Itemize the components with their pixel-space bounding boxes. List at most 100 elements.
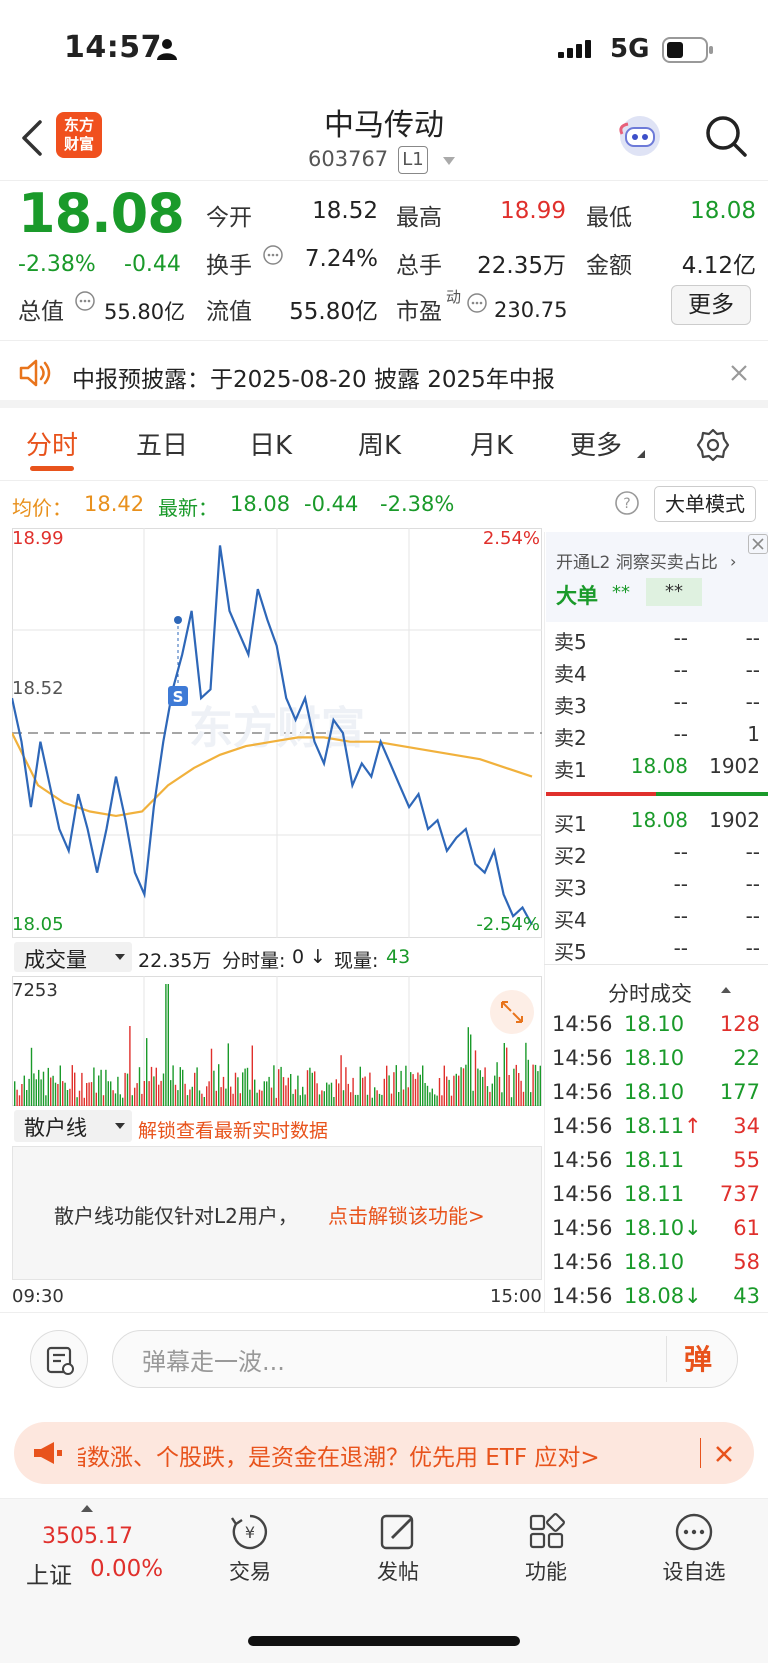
big-order-label: 大单	[556, 584, 598, 608]
index-expand-icon[interactable]	[80, 1504, 94, 1513]
close-icon[interactable]	[730, 364, 748, 382]
retail-selector[interactable]: 散户线	[14, 1110, 132, 1142]
volume-bar	[369, 1072, 371, 1106]
trade-time: 14:56	[552, 1250, 613, 1274]
volume-selector[interactable]: 成交量	[14, 942, 132, 972]
trade-time: 14:56	[552, 1046, 613, 1070]
info-icon[interactable]	[74, 290, 96, 312]
trade-time: 14:56	[552, 1148, 613, 1172]
sell-volume: 1	[747, 722, 760, 746]
volume-bar	[210, 1048, 213, 1106]
volume-bar	[246, 1067, 249, 1106]
volume-bar	[352, 1077, 354, 1106]
tab-five-day[interactable]: 五日	[136, 425, 188, 462]
function-nav-item[interactable]: 功能	[506, 1510, 586, 1586]
volume-bar	[491, 1083, 493, 1106]
volume-bar	[201, 1093, 203, 1106]
volume-bar	[35, 1079, 37, 1106]
robot-assistant-icon[interactable]	[616, 112, 664, 160]
volume-bar	[282, 1077, 285, 1106]
more-button[interactable]: 更多	[671, 285, 751, 325]
volume-bar	[177, 1090, 179, 1106]
tab-active-indicator	[30, 466, 74, 471]
volume-bar	[446, 1076, 448, 1106]
volume-total: 22.35万	[138, 950, 212, 972]
trades-title[interactable]: 分时成交	[608, 978, 692, 1008]
settings-icon[interactable]	[696, 428, 730, 462]
network-label: 5G	[610, 34, 650, 64]
volume-bar	[448, 1079, 450, 1106]
watchlist-nav-item[interactable]: 设自选	[654, 1510, 734, 1586]
volume-bar	[441, 1095, 443, 1106]
tab-daily-k[interactable]: 日K	[249, 425, 292, 462]
index-change[interactable]: 0.00%	[90, 1556, 163, 1582]
sell-price: --	[673, 658, 688, 682]
retail-notice-link[interactable]: 点击解锁该功能>	[328, 1200, 485, 1229]
volume-bar	[318, 1094, 321, 1106]
index-value[interactable]: 3505.17	[42, 1524, 133, 1549]
tab-monthly-k[interactable]: 月K	[470, 425, 513, 462]
volume-bar	[184, 1083, 186, 1106]
trade-nav-item[interactable]: ¥ 交易	[210, 1510, 290, 1586]
retail-unlock-link[interactable]: 解锁查看最新实时数据	[138, 1116, 328, 1143]
trade-time: 14:56	[552, 1182, 613, 1206]
volume-bar	[503, 1043, 505, 1106]
volume-bar	[198, 1090, 201, 1106]
dropdown-icon[interactable]	[442, 156, 456, 166]
volume-bar	[33, 1073, 35, 1106]
y-axis-high: 18.99	[12, 528, 64, 549]
tab-intraday[interactable]: 分时	[26, 425, 78, 462]
danmaku-settings-button[interactable]	[30, 1330, 88, 1388]
trade-direction: ↑	[684, 1114, 702, 1138]
volume-bar	[203, 1097, 205, 1106]
open-label: 今开	[206, 205, 252, 231]
buy-volume: --	[745, 840, 760, 864]
trade-volume: 43	[733, 1284, 760, 1308]
expand-icon[interactable]	[490, 990, 534, 1034]
help-icon[interactable]: ?	[614, 490, 640, 516]
banner-text[interactable]: 中报预披露：于2025-08-20 披露 2025年中报	[72, 360, 555, 394]
search-icon[interactable]	[704, 114, 748, 158]
volume-bar	[102, 1095, 105, 1106]
now-volume-label: 现量:	[334, 950, 379, 972]
volume-bar	[191, 1086, 193, 1106]
buy-level-label: 买1	[554, 812, 587, 836]
volume-chart[interactable]: 7253	[12, 976, 542, 1106]
volume-bar	[218, 1064, 220, 1106]
home-indicator	[248, 1636, 520, 1646]
tick-volume-arrow: ↓	[310, 946, 326, 968]
volume-bar	[54, 1082, 57, 1106]
tab-more[interactable]: 更多	[570, 425, 622, 462]
caret-icon	[636, 450, 646, 458]
big-order-mode-button[interactable]: 大单模式	[654, 486, 756, 522]
sort-icon[interactable]	[720, 986, 732, 994]
sell-level-label: 卖2	[554, 726, 587, 750]
sell-price: --	[673, 626, 688, 650]
close-icon[interactable]	[714, 1444, 734, 1464]
volume-bar	[258, 1089, 261, 1106]
svg-text:?: ?	[623, 496, 630, 512]
volume-bar	[489, 1091, 491, 1106]
change-amount: -0.44	[124, 252, 181, 277]
buy-level-label: 买3	[554, 876, 587, 900]
volume-bar	[410, 1072, 412, 1106]
etf-ad-text[interactable]: 指数涨、个股跌，是资金在退潮？优先用 ETF 应对>	[78, 1438, 682, 1470]
volume-bar	[350, 1092, 352, 1106]
volume-bar	[326, 1082, 328, 1106]
volume-bar	[362, 1077, 364, 1106]
volume-bar	[498, 1076, 501, 1106]
volume-bar	[472, 1090, 474, 1106]
info-icon[interactable]	[262, 244, 284, 266]
danmaku-send-button[interactable]: 弹	[684, 1338, 712, 1378]
turnover-value: 7.24%	[304, 246, 378, 272]
intraday-chart[interactable]: 东方财富 S 18.99 18.52 18.05 2.54% -2.54%	[12, 528, 542, 938]
buy-row: 买3 -- --	[554, 872, 760, 904]
tab-weekly-k[interactable]: 周K	[358, 425, 401, 462]
sell-level-label: 卖5	[554, 630, 587, 654]
post-nav-item[interactable]: 发帖	[358, 1510, 438, 1586]
info-icon[interactable]	[466, 292, 488, 314]
l2-promo-text[interactable]: 开通L2 洞察买卖占比	[556, 548, 718, 573]
index-name[interactable]: 上证	[26, 1556, 72, 1590]
volume-bar	[165, 984, 167, 1106]
close-icon[interactable]	[748, 534, 768, 554]
